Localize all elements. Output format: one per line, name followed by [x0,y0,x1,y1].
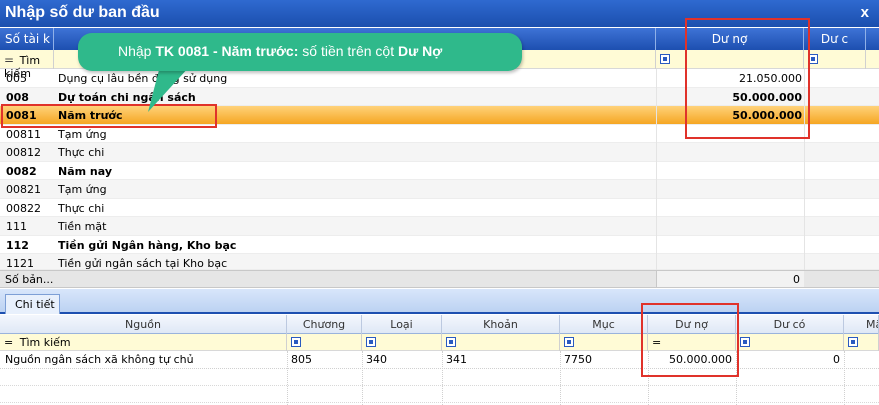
detail-column-item[interactable]: Khoản [442,315,560,334]
account-name: Năm nay [58,164,113,178]
detail-source: Nguồn ngân sách xã không tự chủ [5,353,194,366]
filter-operator-icon[interactable] [366,337,376,347]
footer-debit-cell: 0 [656,271,804,287]
table-row[interactable]: 111 Tiền mặt [0,217,879,236]
account-code: 008 [6,90,29,104]
detail-credit[interactable]: 0 [736,353,840,366]
detail-column-type[interactable]: Loại [362,315,442,334]
account-name: Tạm ứng [58,127,107,141]
column-divider [362,351,363,405]
table-row[interactable]: 0082 Năm nay [0,162,879,180]
detail-tab-strip: Chi tiết [0,289,879,314]
account-code: 1121 [6,257,34,270]
detail-item[interactable]: 341 [446,353,467,366]
detail-chapter[interactable]: 805 [291,353,312,366]
account-code: 111 [6,220,27,233]
table-row[interactable]: 00822 Thực chi [0,199,879,217]
detail-column-code[interactable]: Mã [844,315,879,334]
table-row[interactable]: 1121 Tiền gửi ngân sách tại Kho bạc [0,254,879,270]
detail-filter-item[interactable] [442,334,560,351]
account-code: 005 [6,72,27,85]
instruction-callout: Nhập TK 0081 - Năm trước: số tiền trên c… [78,33,522,71]
column-divider [656,69,657,270]
grid-footer: Số bản... 0 [0,270,879,288]
annotation-box-account-0081 [1,104,217,128]
account-code: 112 [6,238,29,252]
account-name: Tiền mặt [58,220,107,233]
detail-column-credit[interactable]: Dư có [736,315,844,334]
detail-filter-source[interactable]: = Tìm kiếm [0,334,287,351]
detail-type[interactable]: 340 [366,353,387,366]
column-header-credit[interactable]: Dư c [804,28,866,50]
detail-filter-credit[interactable] [736,334,844,351]
account-code: 00811 [6,127,41,141]
debit-total: 0 [793,273,800,286]
detail-empty-row[interactable] [0,386,879,403]
column-divider [844,351,845,405]
filter-cell-credit[interactable] [804,50,866,69]
detail-column-chapter[interactable]: Chương [287,315,362,334]
account-code: 0082 [6,164,37,178]
callout-middle: số tiền trên cột [298,43,398,59]
detail-filter-chapter[interactable] [287,334,362,351]
column-divider [287,351,288,405]
filter-operator-icon[interactable] [291,337,301,347]
account-name: Tiền gửi ngân sách tại Kho bạc [58,257,228,270]
filter-cell-account[interactable]: = Tìm kiếm [0,50,54,80]
account-name: Thực chi [58,146,105,159]
column-header-account[interactable]: Số tài k [0,28,54,50]
detail-empty-row[interactable] [0,369,879,386]
close-icon[interactable]: x [861,4,869,21]
account-name: Dụng cụ lâu bền đang sử dụng [58,72,228,85]
column-divider [442,351,443,405]
table-row[interactable]: 00812 Thực chi [0,143,879,162]
detail-table-row[interactable]: Nguồn ngân sách xã không tự chủ 805 340 … [0,351,879,369]
filter-operator-icon[interactable] [660,54,670,64]
detail-column-section[interactable]: Mục [560,315,648,334]
callout-prefix: Nhập [118,43,156,59]
callout-column: Dư Nợ [398,43,443,59]
table-row[interactable]: 00821 Tạm ứng [0,180,879,199]
account-code: 00822 [6,201,41,215]
filter-operator-icon[interactable] [446,337,456,347]
detail-column-source[interactable]: Nguồn [0,315,287,334]
filter-operator-icon[interactable] [740,337,750,347]
account-name: Dự toán chi ngân sách [58,90,196,104]
account-code: 00821 [6,183,41,196]
account-name: Thực chi [58,201,105,215]
callout-account: TK 0081 - Năm trước: [155,43,299,59]
filter-operator-icon[interactable] [564,337,574,347]
table-row[interactable]: 112 Tiền gửi Ngân hàng, Kho bạc [0,236,879,254]
detail-filter-code[interactable] [844,334,879,351]
account-name: Tiền gửi Ngân hàng, Kho bạc [58,238,237,252]
detail-section[interactable]: 7750 [564,353,592,366]
detail-filter-row: = Tìm kiếm = [0,334,879,351]
column-divider [560,351,561,405]
annotation-box-debit-column [685,18,810,139]
detail-filter-section[interactable] [560,334,648,351]
detail-search-label: Tìm kiếm [19,336,71,349]
filter-operator-icon[interactable] [848,337,858,347]
window-title: Nhập số dư ban đầu [5,4,160,21]
detail-grid-header: Nguồn Chương Loại Khoản Mục Dư nợ Dư có … [0,315,879,334]
annotation-box-detail-debit [641,303,739,377]
record-count-label: Số bản... [5,273,54,286]
account-code: 00812 [6,146,41,159]
filter-equals-icon: = [4,53,15,67]
detail-filter-type[interactable] [362,334,442,351]
tab-detail[interactable]: Chi tiết [5,294,60,314]
filter-equals-icon: = [4,336,14,349]
account-name: Tạm ứng [58,183,107,196]
